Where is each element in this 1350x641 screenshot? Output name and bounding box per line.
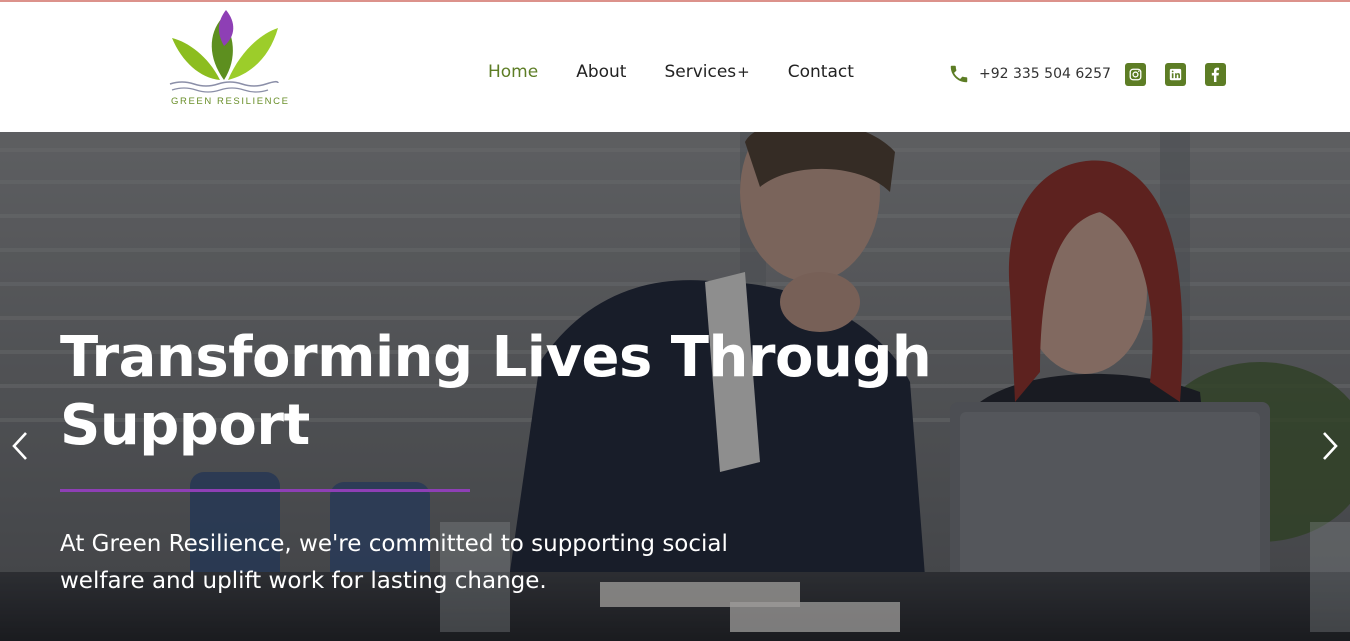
logo[interactable]: GREEN RESILIENCE: [168, 8, 288, 108]
site-header: GREEN RESILIENCE Home About Services + C…: [0, 2, 1350, 132]
logo-text: GREEN RESILIENCE: [171, 96, 290, 107]
hero-slider: Transforming Lives Through Support At Gr…: [0, 132, 1350, 641]
logo-mark: [169, 10, 279, 93]
instagram-icon[interactable]: [1124, 62, 1146, 86]
chevron-left-icon[interactable]: [8, 429, 34, 463]
nav-about[interactable]: About: [576, 62, 626, 82]
plus-icon: +: [737, 63, 750, 81]
hero-subtitle: At Green Resilience, we're committed to …: [60, 531, 728, 594]
hero-divider: [60, 489, 470, 492]
phone-number[interactable]: +92 335 504 6257: [979, 66, 1111, 82]
chevron-right-icon[interactable]: [1316, 429, 1342, 463]
main-nav: Home About Services + Contact: [488, 60, 854, 84]
hero-title: Transforming Lives Through Support: [60, 325, 932, 458]
facebook-icon[interactable]: [1204, 62, 1226, 86]
nav-contact[interactable]: Contact: [788, 62, 854, 82]
header-contact: +92 335 504 6257: [948, 62, 1226, 86]
nav-home[interactable]: Home: [488, 62, 538, 82]
phone-icon: [950, 65, 968, 83]
nav-services-label: Services: [664, 62, 737, 82]
linkedin-icon[interactable]: [1164, 62, 1186, 86]
nav-services[interactable]: Services +: [664, 62, 749, 82]
